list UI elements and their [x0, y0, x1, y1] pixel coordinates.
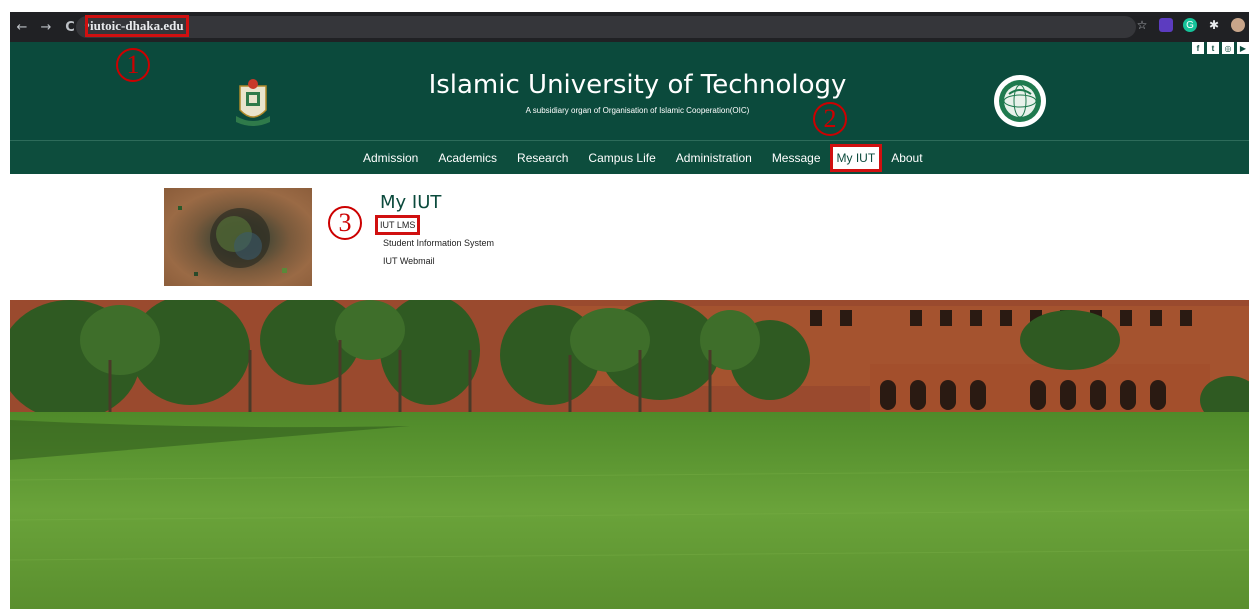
- site-header: Islamic University of Technology A subsi…: [10, 60, 1249, 140]
- top-strip: f t ◎ ▶: [10, 42, 1249, 60]
- nav-administration[interactable]: Administration: [676, 151, 752, 165]
- step-marker-2: 2: [813, 102, 847, 136]
- nav-admission[interactable]: Admission: [363, 151, 418, 165]
- nav-message[interactable]: Message: [772, 151, 821, 165]
- dropdown-title: My IUT: [380, 192, 442, 213]
- extension-icon[interactable]: [1159, 18, 1173, 32]
- nav-about[interactable]: About: [891, 151, 922, 165]
- profile-avatar-icon[interactable]: [1231, 18, 1245, 32]
- url-text[interactable]: iutoic-dhaka.edu: [85, 15, 189, 37]
- oic-logo[interactable]: [993, 74, 1047, 128]
- instagram-icon[interactable]: ◎: [1222, 42, 1234, 54]
- forward-button[interactable]: →: [38, 20, 54, 35]
- nav-research[interactable]: Research: [517, 151, 568, 165]
- facebook-icon[interactable]: f: [1192, 42, 1204, 54]
- twitter-icon[interactable]: t: [1207, 42, 1219, 54]
- puzzle-icon[interactable]: ✱: [1207, 18, 1221, 32]
- star-icon[interactable]: ☆: [1135, 18, 1149, 32]
- dropdown-photo: [164, 188, 312, 286]
- nav-campus-life[interactable]: Campus Life: [588, 151, 655, 165]
- youtube-icon[interactable]: ▶: [1237, 42, 1249, 54]
- step-marker-1: 1: [116, 48, 150, 82]
- campus-banner-image: [10, 300, 1249, 609]
- browser-toolbar: ← → C ● iutoic-dhaka.edu ☆ G ✱: [10, 12, 1249, 42]
- nav-academics[interactable]: Academics: [438, 151, 497, 165]
- iut-webmail-link[interactable]: IUT Webmail: [383, 256, 435, 266]
- my-iut-dropdown: My IUT IUT LMS Student Information Syste…: [10, 174, 1249, 300]
- grammarly-icon[interactable]: G: [1183, 18, 1197, 32]
- back-button[interactable]: ←: [14, 20, 30, 35]
- student-information-system-link[interactable]: Student Information System: [383, 238, 494, 248]
- screenshot-frame: ← → C ● iutoic-dhaka.edu ☆ G ✱ f t ◎ ▶ I…: [10, 12, 1249, 609]
- main-navbar: Admission Academics Research Campus Life…: [10, 140, 1249, 174]
- address-bar[interactable]: ● iutoic-dhaka.edu: [76, 15, 1136, 38]
- nav-my-iut[interactable]: My IUT: [829, 144, 883, 172]
- social-links: f t ◎ ▶: [1192, 42, 1249, 54]
- site-title: Islamic University of Technology: [428, 70, 847, 100]
- site-subtitle: A subsidiary organ of Organisation of Is…: [525, 106, 750, 115]
- iut-lms-link[interactable]: IUT LMS: [374, 215, 421, 235]
- step-marker-3: 3: [328, 206, 362, 240]
- toolbar-icons: ☆ G ✱: [1135, 18, 1245, 32]
